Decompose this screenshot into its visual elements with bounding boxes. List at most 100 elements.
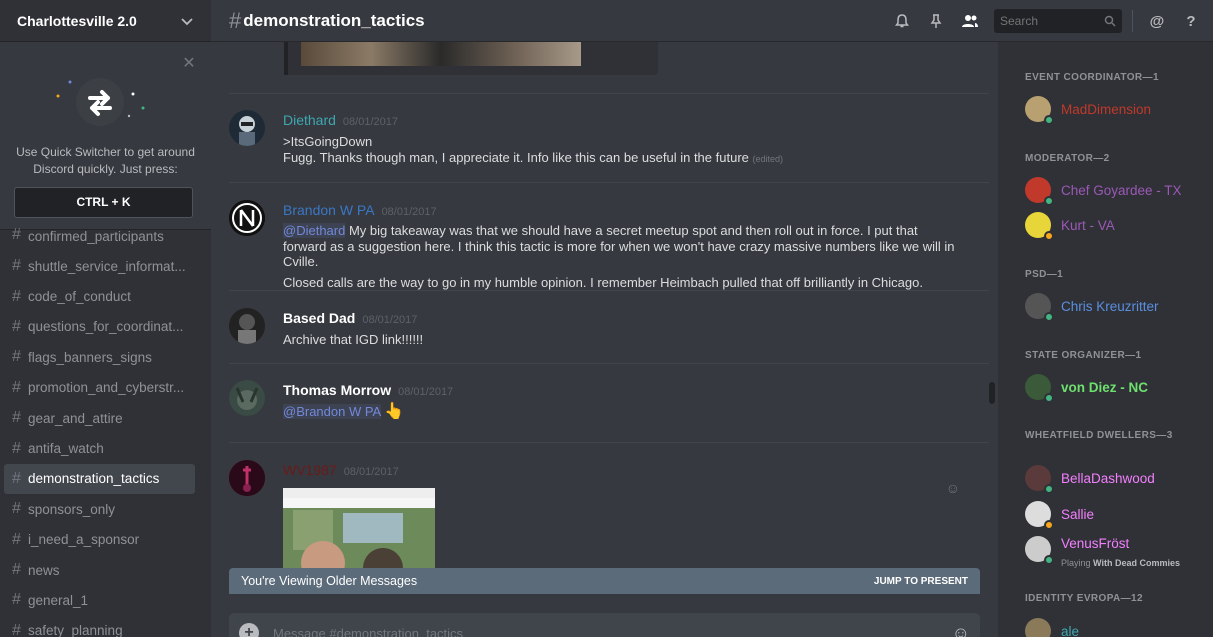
sparkle-icon (56, 80, 145, 118)
role-header: WHEATFIELD DWELLERS—3 (1025, 430, 1173, 441)
timestamp: 08/01/2017 (342, 116, 398, 128)
channel-item[interactable]: # confirmed_participants (4, 228, 195, 244)
message-header: Brandon W PA 08/01/2017 (283, 202, 437, 218)
server-header[interactable]: Charlottesville 2.0 (0, 0, 211, 42)
emoji-picker-icon[interactable]: ☺ (952, 623, 970, 637)
channel-list: # confirmed_participants # shuttle_service… (0, 228, 211, 637)
member-item[interactable]: von Diez - NC (1025, 374, 1148, 403)
message-body: >ItsGoingDown Fugg. Thanks though man, I… (283, 134, 973, 167)
hash-icon: # (12, 317, 21, 335)
message-header: Thomas Morrow 08/01/2017 (283, 382, 453, 398)
avatar[interactable] (229, 110, 265, 146)
member-item[interactable]: VenusFröst Playing With Dead Commies (1025, 535, 1180, 568)
hash-icon: # (12, 469, 21, 487)
bell-icon[interactable] (892, 11, 912, 31)
avatar (1025, 293, 1054, 322)
message-divider (229, 363, 989, 364)
message-header: WV1987 08/01/2017 (283, 462, 399, 478)
hash-icon: # (12, 409, 21, 427)
message-composer: + ☺ (229, 613, 980, 637)
channel-item[interactable]: # general_1 (4, 585, 195, 615)
channel-item[interactable]: # sponsors_only (4, 494, 195, 524)
avatar (1025, 618, 1051, 637)
channel-item[interactable]: # antifa_watch (4, 433, 195, 463)
member-item[interactable]: BellaDashwood (1025, 465, 1155, 494)
chevron-down-icon[interactable] (180, 14, 194, 28)
username[interactable]: Diethard (283, 112, 336, 128)
member-item[interactable]: ale (1025, 618, 1079, 637)
chat-header: # demonstration_tactics @ ? (211, 0, 1213, 42)
hash-icon: # (12, 439, 21, 457)
avatar (1025, 96, 1054, 125)
help-icon[interactable]: ? (1181, 11, 1201, 31)
embed-image[interactable] (301, 42, 581, 66)
channel-item-active[interactable]: # demonstration_tactics (4, 463, 195, 495)
status-indicator (1044, 115, 1054, 125)
role-header: PSD—1 (1025, 269, 1064, 280)
edited-tag: (edited) (752, 153, 784, 164)
avatar[interactable] (229, 200, 265, 236)
timestamp: 08/01/2017 (343, 466, 399, 478)
role-header: MODERATOR—2 (1025, 153, 1110, 164)
member-name: Chef Goyardee - TX (1061, 182, 1182, 198)
channel-sidebar: Charlottesville 2.0 ✕ Use Quick Switcher… (0, 0, 211, 637)
hash-icon: # (12, 500, 21, 518)
avatar[interactable] (229, 308, 265, 344)
message-input[interactable] (273, 625, 913, 637)
hash-icon: # (12, 228, 21, 243)
member-name: Sallie (1061, 506, 1095, 522)
avatar (1025, 536, 1054, 565)
status-indicator (1044, 555, 1054, 565)
avatar[interactable] (229, 460, 265, 496)
user-mention[interactable]: @Diethard (283, 223, 346, 238)
search-input[interactable] (1000, 14, 1095, 28)
channel-item[interactable]: # safety_planning (4, 616, 195, 637)
username[interactable]: Based Dad (283, 310, 355, 326)
member-item[interactable]: Sallie (1025, 501, 1095, 530)
channel-item[interactable]: # i_need_a_sponsor (4, 525, 195, 555)
add-reaction-icon[interactable]: ☺ (946, 480, 960, 496)
channel-item[interactable]: # gear_and_attire (4, 403, 195, 433)
member-name: VenusFröst (1061, 535, 1130, 551)
scrollbar-thumb[interactable] (989, 382, 995, 404)
channel-item[interactable]: # news (4, 555, 195, 585)
members-icon[interactable] (960, 11, 980, 31)
channel-item[interactable]: # code_of_conduct (4, 281, 195, 311)
message-header: Diethard 08/01/2017 (283, 112, 398, 128)
status-indicator (1044, 520, 1054, 530)
member-name: Kurt - VA (1061, 217, 1115, 233)
channel-item[interactable]: # shuttle_service_informat... (4, 251, 195, 281)
channel-item[interactable]: # flags_banners_signs (4, 342, 195, 372)
message-line: @Diethard My big takeaway was that we sh… (283, 223, 955, 269)
add-attachment-icon[interactable]: + (239, 623, 259, 637)
avatar (1025, 501, 1054, 530)
status-indicator (1044, 484, 1054, 494)
jump-to-present-button[interactable]: JUMP TO PRESENT (874, 576, 968, 587)
older-messages-bar: You're Viewing Older Messages JUMP TO PR… (229, 568, 980, 594)
role-header: STATE ORGANIZER—1 (1025, 350, 1142, 361)
message-divider (229, 290, 989, 291)
pin-icon[interactable] (926, 11, 946, 31)
mention-icon[interactable]: @ (1147, 11, 1167, 31)
channel-item[interactable]: # promotion_and_cyberstr... (4, 373, 195, 403)
avatar[interactable] (229, 380, 265, 416)
member-item[interactable]: MadDimension (1025, 96, 1151, 125)
hash-icon: # (12, 591, 21, 609)
search-box[interactable] (994, 9, 1122, 33)
message-line: Closed calls are the way to go in my hum… (283, 274, 923, 290)
username[interactable]: Brandon W PA (283, 202, 375, 218)
image-attachment[interactable] (283, 488, 435, 578)
user-mention[interactable]: @Brandon W PA (283, 404, 381, 419)
member-activity: Playing With Dead Commies (1061, 558, 1180, 568)
message-list: Diethard 08/01/2017 >ItsGoingDown Fugg. … (211, 42, 998, 608)
username[interactable]: Thomas Morrow (283, 382, 391, 398)
close-icon[interactable]: ✕ (181, 56, 197, 72)
username[interactable]: WV1987 (283, 462, 337, 478)
member-item[interactable]: Chris Kreuzritter (1025, 293, 1159, 322)
member-item[interactable]: Chef Goyardee - TX (1025, 177, 1182, 206)
member-item[interactable]: Kurt - VA (1025, 212, 1115, 241)
header-toolbar: @ ? (878, 9, 1201, 33)
quick-switcher-panel: ✕ Use Quick Switcher to get around Disco… (0, 42, 211, 230)
hash-icon: # (12, 561, 21, 579)
channel-item[interactable]: # questions_for_coordinat... (4, 312, 195, 342)
